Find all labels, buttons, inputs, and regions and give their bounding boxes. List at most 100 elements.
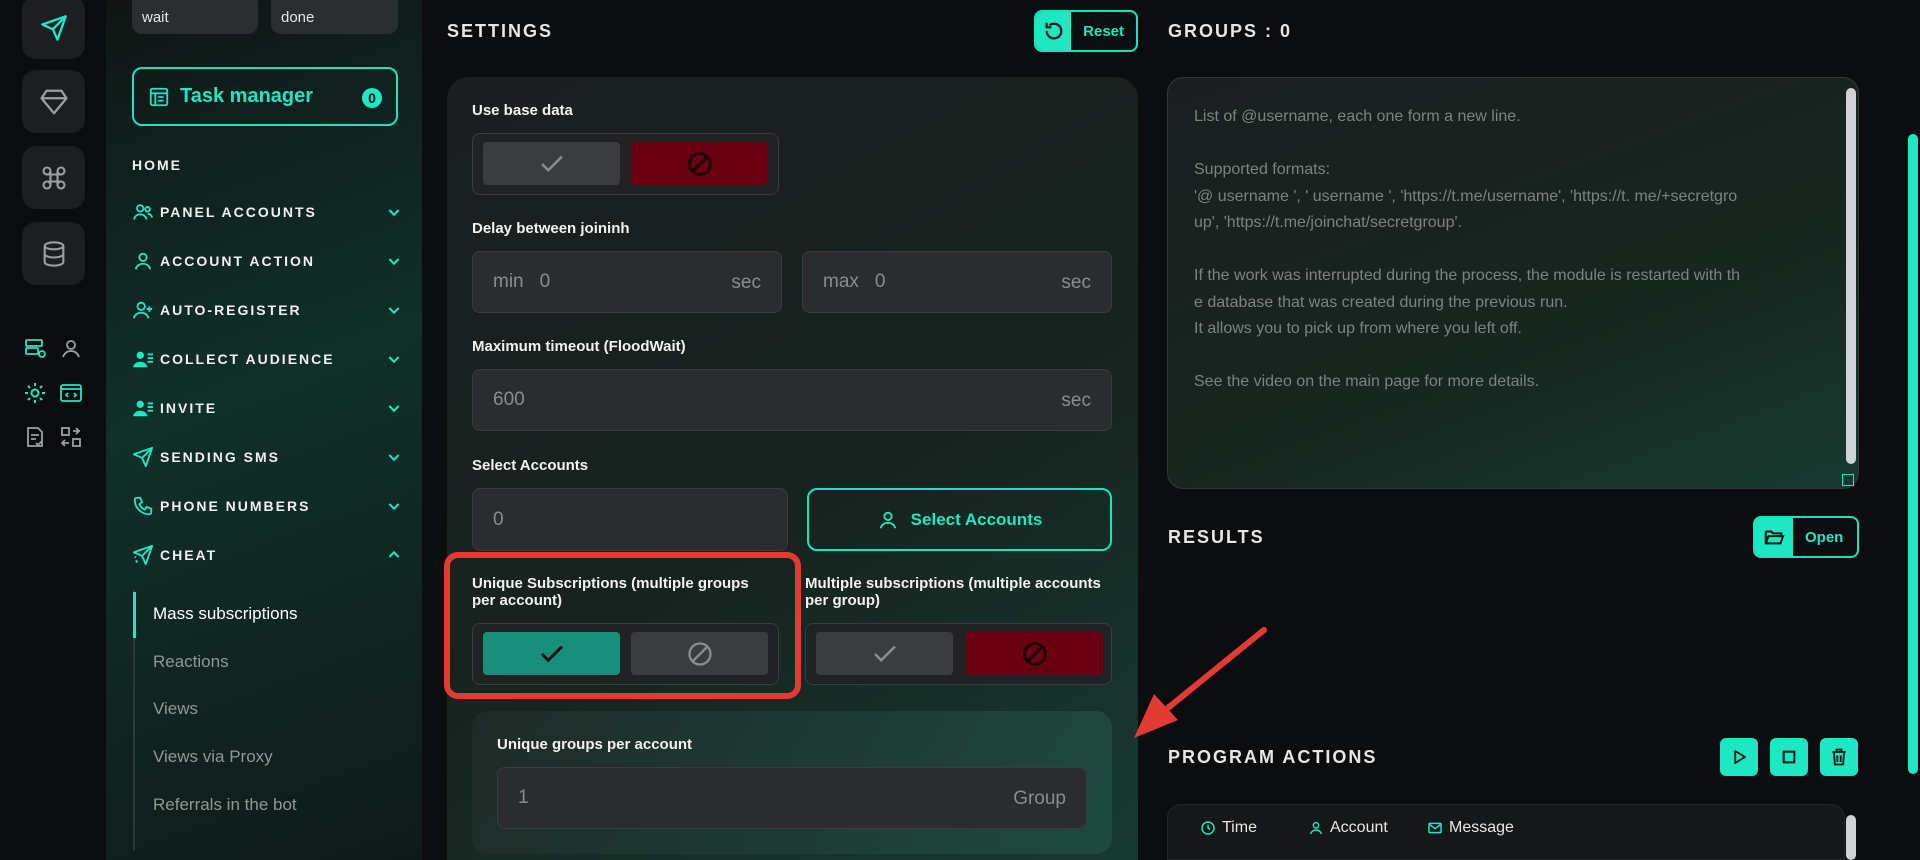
groups-scrollbar[interactable] — [1846, 88, 1856, 464]
nav-phone-numbers[interactable]: PHONE NUMBERS — [132, 494, 402, 518]
nav-label: PHONE NUMBERS — [160, 498, 311, 514]
check-icon — [540, 155, 563, 172]
timeout-input[interactable]: 600 sec — [472, 369, 1112, 431]
clock-icon — [1201, 821, 1215, 835]
page-scrollbar[interactable] — [1908, 134, 1918, 774]
task-manager-button[interactable]: Task manager 0 — [132, 67, 398, 126]
chevron-down-icon — [388, 454, 400, 462]
use-base-data-no-button[interactable] — [631, 142, 768, 185]
open-results-button[interactable]: Open — [1753, 516, 1859, 558]
reset-button[interactable]: Reset — [1034, 10, 1138, 52]
diamond-icon — [39, 89, 68, 114]
submenu-mass-subscriptions[interactable]: Mass subscriptions — [153, 604, 298, 624]
chevron-down-icon — [388, 258, 400, 266]
delay-max-input[interactable]: max 0 sec — [802, 251, 1112, 313]
sec-suffix: sec — [731, 272, 761, 293]
use-base-data-toggle — [472, 133, 779, 195]
submenu-reactions[interactable]: Reactions — [153, 652, 229, 672]
column-time[interactable]: Time — [1200, 819, 1257, 837]
task-board-icon — [149, 87, 169, 106]
phone-icon — [133, 496, 153, 516]
unique-groups-input[interactable]: 1 Group — [497, 767, 1087, 829]
users-icon — [132, 204, 154, 220]
chevron-down-icon — [388, 209, 400, 217]
nav-sending-sms[interactable]: SENDING SMS — [132, 445, 402, 469]
task-manager-label: Task manager — [180, 85, 314, 107]
play-button[interactable] — [1720, 738, 1758, 776]
rail-send-button[interactable] — [22, 0, 85, 59]
ban-icon — [687, 151, 712, 176]
unique-groups-label: Unique groups per account — [497, 736, 693, 753]
nav-panel-accounts[interactable]: PANEL ACCOUNTS — [132, 200, 402, 224]
chevron-down-icon — [388, 503, 400, 511]
chevron-up-icon — [388, 550, 400, 558]
rail-database-button[interactable] — [22, 222, 85, 285]
use-base-data-yes-button[interactable] — [483, 142, 620, 185]
actions-table-header: Time Account Message — [1167, 804, 1845, 860]
submenu-views-via-proxy[interactable]: Views via Proxy — [153, 747, 273, 767]
groups-title: GROUPS : 0 — [1168, 21, 1293, 41]
rail-diamond-button[interactable] — [22, 70, 85, 133]
chevron-down-icon — [388, 405, 400, 413]
paper-plane-sparkle-icon — [132, 544, 154, 566]
groups-textarea[interactable]: List of @username, each one form a new l… — [1167, 77, 1859, 489]
column-message[interactable]: Message — [1427, 819, 1514, 837]
chevron-down-icon — [388, 356, 400, 364]
multiple-subscriptions-toggle — [805, 623, 1112, 685]
rail-report-button[interactable] — [22, 424, 48, 450]
user-icon — [134, 252, 152, 270]
accounts-value: 0 — [493, 508, 504, 530]
column-account[interactable]: Account — [1308, 819, 1388, 837]
rail-settings-button[interactable] — [22, 380, 48, 406]
task-count-badge: 0 — [362, 88, 382, 108]
nav-label: AUTO-REGISTER — [160, 302, 302, 318]
nav-collect-audience[interactable]: COLLECT AUDIENCE — [132, 347, 402, 371]
rail-profile-button[interactable] — [58, 335, 84, 361]
submenu-referrals-in-bot[interactable]: Referrals in the bot — [153, 795, 297, 815]
gear-icon — [25, 383, 45, 403]
sec-suffix: sec — [1061, 272, 1091, 293]
results-title: RESULTS — [1168, 527, 1265, 547]
min-value: 0 — [539, 271, 551, 292]
nav-auto-register[interactable]: AUTO-REGISTER — [132, 298, 402, 322]
rail-code-button[interactable] — [58, 380, 84, 406]
submenu-active-indicator — [133, 592, 136, 638]
stop-button[interactable] — [1770, 738, 1808, 776]
actions-scrollbar[interactable] — [1846, 815, 1856, 860]
nav-label: INVITE — [160, 400, 218, 416]
delay-min-input[interactable]: min 0 sec — [472, 251, 782, 313]
multiple-subscriptions-no-button[interactable] — [966, 632, 1103, 675]
rail-command-button[interactable] — [22, 146, 85, 209]
accounts-count-input[interactable]: 0 — [472, 488, 788, 551]
nav-invite[interactable]: INVITE — [132, 396, 402, 420]
rail-server-button[interactable] — [22, 335, 48, 361]
done-status-box: done — [271, 0, 398, 34]
open-label: Open — [1805, 528, 1844, 546]
ban-icon — [1022, 641, 1047, 666]
folder-open-icon — [1764, 530, 1785, 545]
rail-grid-button[interactable] — [58, 424, 84, 450]
sec-suffix: sec — [1061, 390, 1091, 411]
wait-status-box: wait — [132, 0, 258, 34]
nav-label: SENDING SMS — [160, 449, 281, 465]
nav-home[interactable]: HOME — [132, 157, 182, 173]
delete-button[interactable] — [1820, 738, 1858, 776]
delay-label: Delay between joininh — [472, 220, 630, 237]
unique-groups-value: 1 — [518, 787, 529, 808]
arrow-annotation-icon — [1134, 627, 1267, 738]
timeout-label: Maximum timeout (FloodWait) — [472, 338, 686, 355]
nav-account-action[interactable]: ACCOUNT ACTION — [132, 249, 402, 273]
done-label: done — [281, 9, 315, 26]
resize-handle-icon[interactable] — [1842, 474, 1854, 486]
icon-rail — [0, 0, 106, 860]
select-accounts-button-label: Select Accounts — [910, 509, 1043, 529]
select-accounts-button[interactable]: Select Accounts — [807, 488, 1112, 551]
command-icon — [41, 165, 66, 190]
nav-cheat[interactable]: CHEAT — [132, 543, 402, 567]
document-check-icon — [27, 427, 43, 447]
nav-label: ACCOUNT ACTION — [160, 253, 316, 269]
grid-swap-icon — [60, 427, 81, 447]
submenu-views[interactable]: Views — [153, 699, 198, 719]
reset-label: Reset — [1083, 22, 1124, 40]
multiple-subscriptions-yes-button[interactable] — [816, 632, 953, 675]
